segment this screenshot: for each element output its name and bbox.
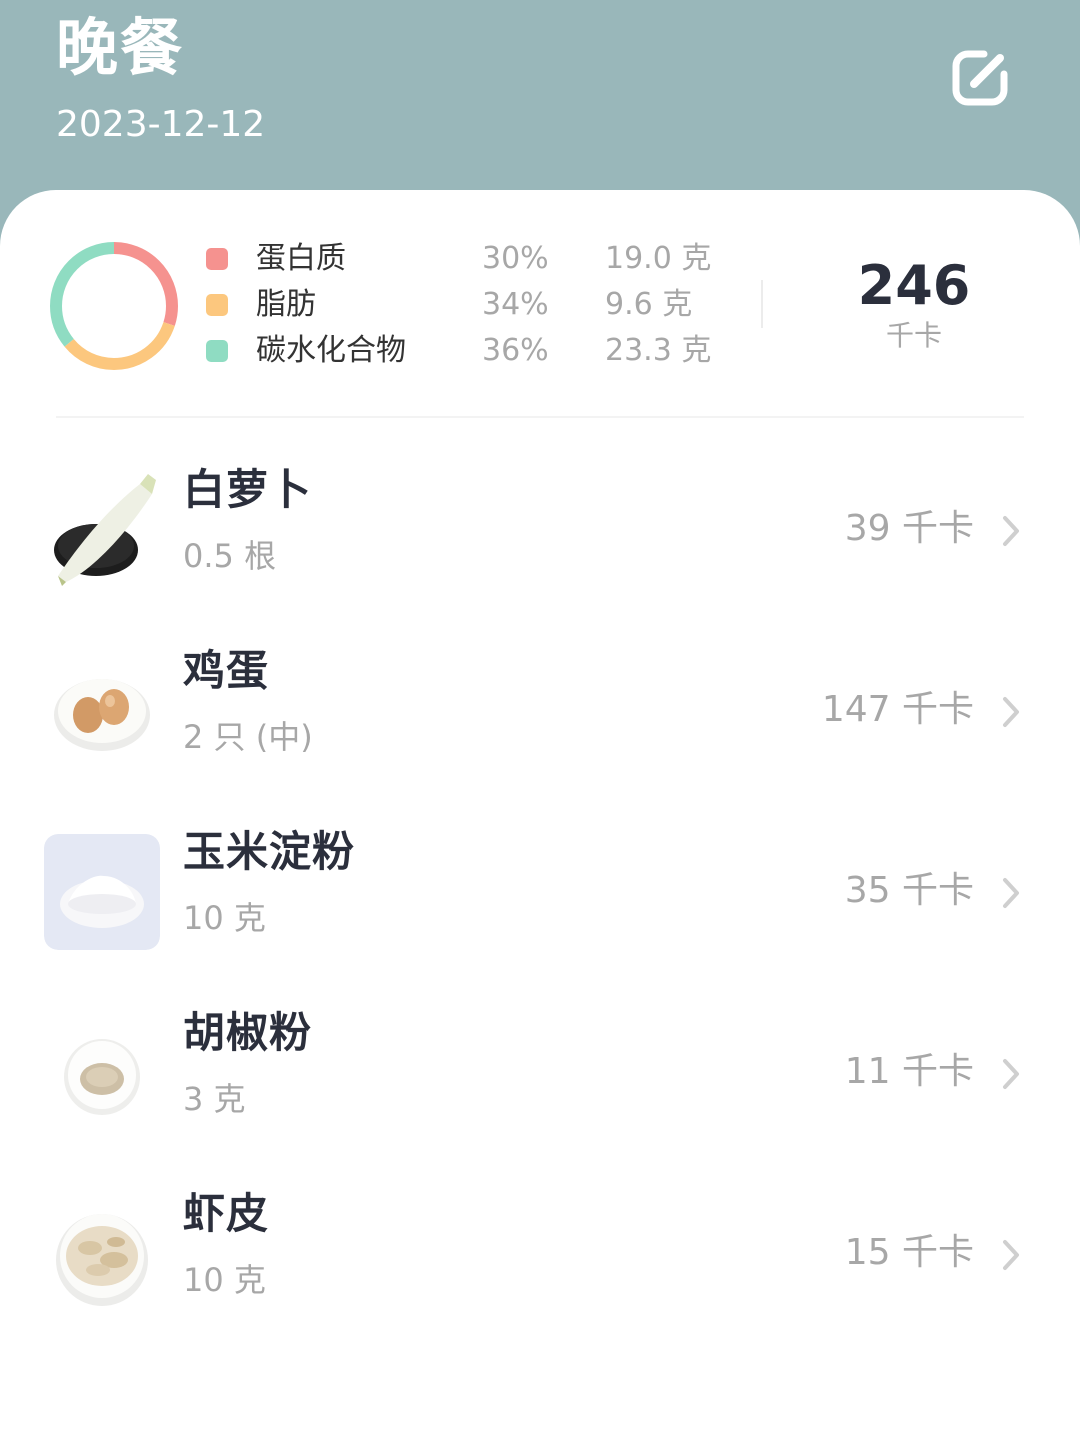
dried-shrimp-image <box>56 1214 148 1306</box>
food-item-white-radish[interactable]: 白萝卜 0.5 根 39 千卡 <box>0 456 1080 606</box>
food-name: 虾皮 <box>183 1189 270 1238</box>
food-item-corn-starch[interactable]: 玉米淀粉 10 克 35 千卡 <box>0 818 1080 968</box>
total-calories-value: 246 <box>857 254 971 317</box>
food-calories: 11 千卡 <box>844 1051 974 1092</box>
macro-row-carbs: 碳水化合物 36% 23.3 克 <box>0 330 760 376</box>
macro-grams: 19.0 克 <box>605 241 712 276</box>
chevron-right-icon <box>1003 697 1019 727</box>
chevron-right-icon <box>1003 1240 1019 1270</box>
edit-square-icon <box>952 50 1008 106</box>
food-item-eggs[interactable]: 鸡蛋 2 只 (中) 147 千卡 <box>0 637 1080 787</box>
macro-grams: 9.6 克 <box>605 287 693 322</box>
macro-row-fat: 脂肪 34% 9.6 克 <box>0 284 760 330</box>
protein-color-dot <box>206 248 228 270</box>
chevron-right-icon <box>1003 1059 1019 1089</box>
food-name: 胡椒粉 <box>183 1008 313 1057</box>
meal-date: 2023-12-12 <box>56 104 266 145</box>
food-item-dried-shrimp[interactable]: 虾皮 10 克 15 千卡 <box>0 1180 1080 1330</box>
section-divider <box>56 416 1024 418</box>
chevron-right-icon <box>1003 878 1019 908</box>
food-amount: 2 只 (中) <box>183 718 313 756</box>
food-calories: 147 千卡 <box>821 689 974 730</box>
header: 晚餐 2023-12-12 <box>0 0 1080 220</box>
food-amount: 3 克 <box>183 1080 246 1118</box>
macro-percent: 34% <box>482 287 549 322</box>
food-item-pepper-powder[interactable]: 胡椒粉 3 克 11 千卡 <box>0 999 1080 1149</box>
carbs-color-dot <box>206 340 228 362</box>
food-amount: 10 克 <box>183 1261 266 1299</box>
food-name: 白萝卜 <box>183 465 313 514</box>
macro-name: 脂肪 <box>256 287 316 322</box>
macro-name: 碳水化合物 <box>256 333 406 368</box>
corn-starch-image <box>44 834 160 950</box>
macro-name: 蛋白质 <box>256 241 346 276</box>
macro-percent: 36% <box>482 333 549 368</box>
macro-row-protein: 蛋白质 30% 19.0 克 <box>0 238 760 284</box>
macro-grams: 23.3 克 <box>605 333 712 368</box>
food-name: 鸡蛋 <box>183 646 270 695</box>
white-radish-image <box>54 474 156 586</box>
chevron-right-icon <box>1003 516 1019 546</box>
food-calories: 39 千卡 <box>844 508 974 549</box>
meal-title: 晚餐 <box>56 11 185 84</box>
pepper-powder-image <box>64 1039 140 1115</box>
summary-divider <box>761 280 763 328</box>
food-name: 玉米淀粉 <box>183 827 356 876</box>
food-calories: 35 千卡 <box>844 870 974 911</box>
meal-card: 蛋白质 30% 19.0 克 脂肪 34% 9.6 克 碳水化合物 36% 23… <box>0 190 1080 1440</box>
food-calories: 15 千卡 <box>844 1232 974 1273</box>
eggs-image <box>54 679 150 751</box>
food-amount: 0.5 根 <box>183 537 277 575</box>
edit-button[interactable] <box>946 42 1016 112</box>
macro-percent: 30% <box>482 241 549 276</box>
total-calories-unit: 千卡 <box>885 319 942 352</box>
food-amount: 10 克 <box>183 899 266 937</box>
fat-color-dot <box>206 294 228 316</box>
